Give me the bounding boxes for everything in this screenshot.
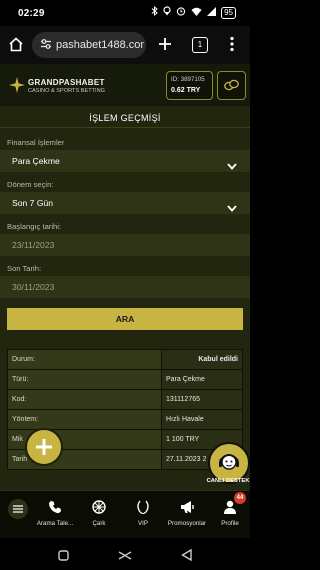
floating-add-button[interactable] [25, 428, 63, 466]
account-id: ID: 3897105 [171, 76, 205, 83]
row-key: Durum: [7, 349, 162, 370]
end-date-input[interactable]: 30/11/2023 [0, 276, 250, 298]
start-date-input[interactable]: 23/11/2023 [0, 234, 250, 256]
home-icon[interactable] [8, 37, 24, 57]
coins-icon [224, 79, 239, 91]
financial-type-select[interactable]: Para Çekme [0, 150, 250, 172]
row-value: 131112765 [161, 389, 243, 410]
brand-logo-icon[interactable] [9, 77, 25, 98]
chevron-down-icon [227, 157, 237, 175]
plus-icon [36, 439, 52, 455]
url-text: pashabet1488.com [56, 39, 144, 51]
nav-item-label: Promosyonlar [167, 520, 207, 527]
recent-apps-icon[interactable] [58, 548, 69, 566]
row-value: Kabul edildi [161, 349, 243, 370]
period-select[interactable]: Son 7 Gün [0, 192, 250, 214]
alarm-icon [176, 6, 186, 19]
nav-item-vip[interactable]: VIP [126, 490, 160, 538]
nav-item-call-request[interactable]: Arama Tale... [32, 490, 78, 538]
status-bar: 02:29 95 [0, 0, 250, 26]
search-button[interactable]: ARA [7, 308, 243, 330]
phone-icon [49, 501, 61, 514]
financial-type-label: Finansal İşlemler [7, 138, 65, 147]
support-agent-icon [219, 454, 239, 470]
site-settings-icon[interactable] [40, 38, 52, 53]
start-date-value: 23/11/2023 [12, 240, 55, 250]
brand-tagline: CASINO & SPORTS BETTING [28, 88, 105, 94]
period-value: Son 7 Gün [12, 198, 54, 208]
nav-item-label: Arama Tale... [36, 520, 74, 527]
financial-type-value: Para Çekme [12, 156, 60, 166]
start-date-label: Başlangıç tarihi: [7, 222, 62, 231]
battery-indicator: 95 [221, 6, 236, 19]
live-support-label: CANLI DESTEK [206, 478, 250, 484]
period-label: Dönem seçin: [7, 180, 54, 189]
more-menu-icon[interactable] [230, 36, 234, 57]
megaphone-icon [181, 501, 194, 513]
nav-item-wheel[interactable]: Çark [82, 490, 116, 538]
address-bar[interactable]: pashabet1488.com [32, 32, 146, 58]
nav-item-promotions[interactable]: Promosyonlar [164, 490, 210, 538]
brand-name[interactable]: GRANDPASHABET [28, 78, 105, 87]
laurel-icon [137, 500, 149, 514]
nav-item-label: Profile [221, 520, 239, 527]
account-balance: 0.62 TRY [171, 87, 201, 94]
menu-button[interactable] [8, 499, 28, 519]
wifi-icon [191, 7, 202, 19]
notification-badge: 44 [234, 492, 246, 504]
row-value: Hızlı Havale [161, 409, 243, 430]
location-icon [163, 6, 171, 19]
table-row: Türü: Para Çekme [7, 369, 243, 390]
status-time: 02:29 [18, 8, 45, 19]
end-date-label: Son Tarih: [7, 264, 42, 273]
row-key: Yöntem: [7, 409, 162, 430]
browser-toolbar: pashabet1488.com 1 [0, 26, 250, 64]
status-icons: 95 [151, 5, 236, 19]
page-title: İŞLEM GEÇMİŞİ [89, 113, 161, 123]
new-tab-icon[interactable] [157, 36, 173, 57]
bluetooth-icon [151, 5, 158, 19]
wheel-icon [92, 500, 106, 514]
home-gesture-icon[interactable] [118, 548, 132, 566]
title-divider [0, 127, 250, 128]
row-key: Kod: [7, 389, 162, 410]
nav-item-label: Çark [92, 520, 106, 527]
account-balance-box[interactable]: ID: 3897105 0.62 TRY [166, 71, 213, 100]
table-row: Yöntem: Hızlı Havale [7, 409, 243, 430]
system-navigation-bar [0, 538, 250, 570]
row-value: Para Çekme [161, 369, 243, 390]
end-date-value: 30/11/2023 [12, 282, 55, 292]
nav-item-label: VIP [138, 520, 148, 527]
row-key: Türü: [7, 369, 162, 390]
deposit-button[interactable] [217, 71, 246, 100]
table-row: Durum: Kabul edildi [7, 349, 243, 370]
back-icon[interactable] [181, 548, 192, 566]
table-row: Kod: 131112765 [7, 389, 243, 410]
chevron-down-icon [227, 199, 237, 217]
hamburger-icon [13, 505, 23, 513]
tab-switcher-button[interactable]: 1 [192, 37, 208, 53]
signal-icon [207, 6, 217, 19]
